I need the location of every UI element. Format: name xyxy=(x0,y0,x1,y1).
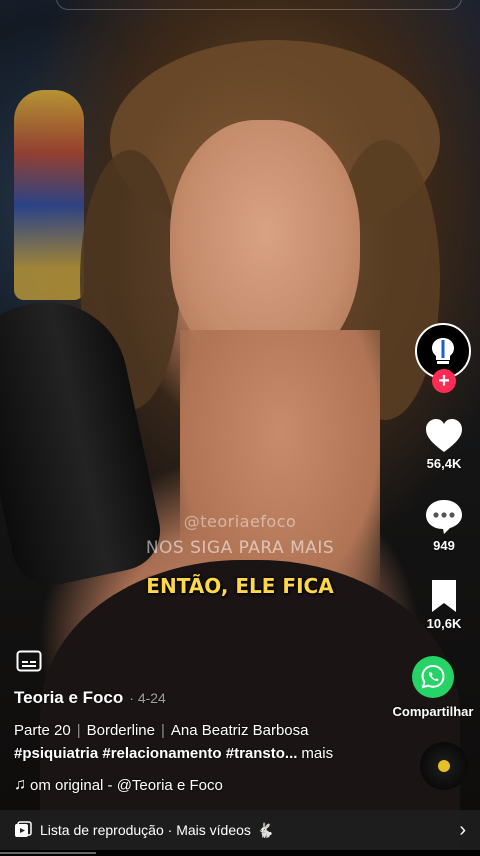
save-button[interactable]: 10,6K xyxy=(409,578,479,631)
disc-center xyxy=(438,760,450,772)
more-link[interactable]: mais xyxy=(301,745,333,762)
playlist-icon xyxy=(15,821,32,837)
bookmark-icon xyxy=(432,580,456,612)
sound-link[interactable]: ♫ om original - @Teoria e Foco xyxy=(14,776,223,794)
video-watermark-text: NOS SIGA PARA MAIS xyxy=(145,538,335,558)
playlist-bar[interactable]: Lista de reprodução · Mais vídeos 🐇 › xyxy=(0,810,480,850)
share-label: Compartilhar xyxy=(392,704,474,719)
hashtags-text[interactable]: #psiquiatria #relacionamento #transto... xyxy=(14,745,297,762)
follow-button[interactable]: + xyxy=(432,369,456,393)
author-name[interactable]: Teoria e Foco · 4-24 xyxy=(14,688,166,708)
video-watermark-handle: @teoriaefoco xyxy=(183,512,297,531)
desc-part: Parte 20 xyxy=(14,722,71,739)
video-caption: ENTÃO, ELE FICA xyxy=(146,574,334,598)
captions-icon[interactable] xyxy=(16,650,42,677)
desc-topic: Borderline xyxy=(86,722,155,739)
desc-person: Ana Beatriz Barbosa xyxy=(170,722,309,739)
rabbit-emoji-icon: 🐇 xyxy=(256,821,275,838)
comment-button[interactable]: 949 xyxy=(409,498,479,553)
heart-icon xyxy=(426,419,462,452)
comment-icon xyxy=(426,500,462,534)
sound-text: om original - @Teoria e Foco xyxy=(30,776,223,794)
post-description: Parte 20 | Borderline | Ana Beatriz Barbosa xyxy=(14,722,309,739)
music-note-icon: ♫ xyxy=(14,776,26,793)
plus-icon: + xyxy=(438,370,450,392)
post-date: · 4-24 xyxy=(129,690,166,706)
video-progress-fill xyxy=(0,852,96,854)
save-count: 10,6K xyxy=(426,616,462,631)
top-search-bar[interactable] xyxy=(56,0,462,10)
comment-count: 949 xyxy=(433,538,455,553)
like-button[interactable]: 56,4K xyxy=(409,418,479,471)
share-button[interactable]: Compartilhar xyxy=(386,656,480,719)
chevron-right-icon: › xyxy=(459,818,466,841)
video-progress-bar[interactable] xyxy=(0,850,480,856)
whatsapp-icon xyxy=(412,656,454,698)
background-figurine xyxy=(14,90,84,300)
music-disc-icon[interactable] xyxy=(420,742,468,790)
author-name-text[interactable]: Teoria e Foco xyxy=(14,688,123,707)
playlist-label: Lista de reprodução · Mais vídeos xyxy=(40,822,251,838)
brain-lightbulb-icon xyxy=(432,338,454,364)
post-hashtags[interactable]: #psiquiatria #relacionamento #transto...… xyxy=(14,745,333,762)
like-count: 56,4K xyxy=(426,456,462,471)
